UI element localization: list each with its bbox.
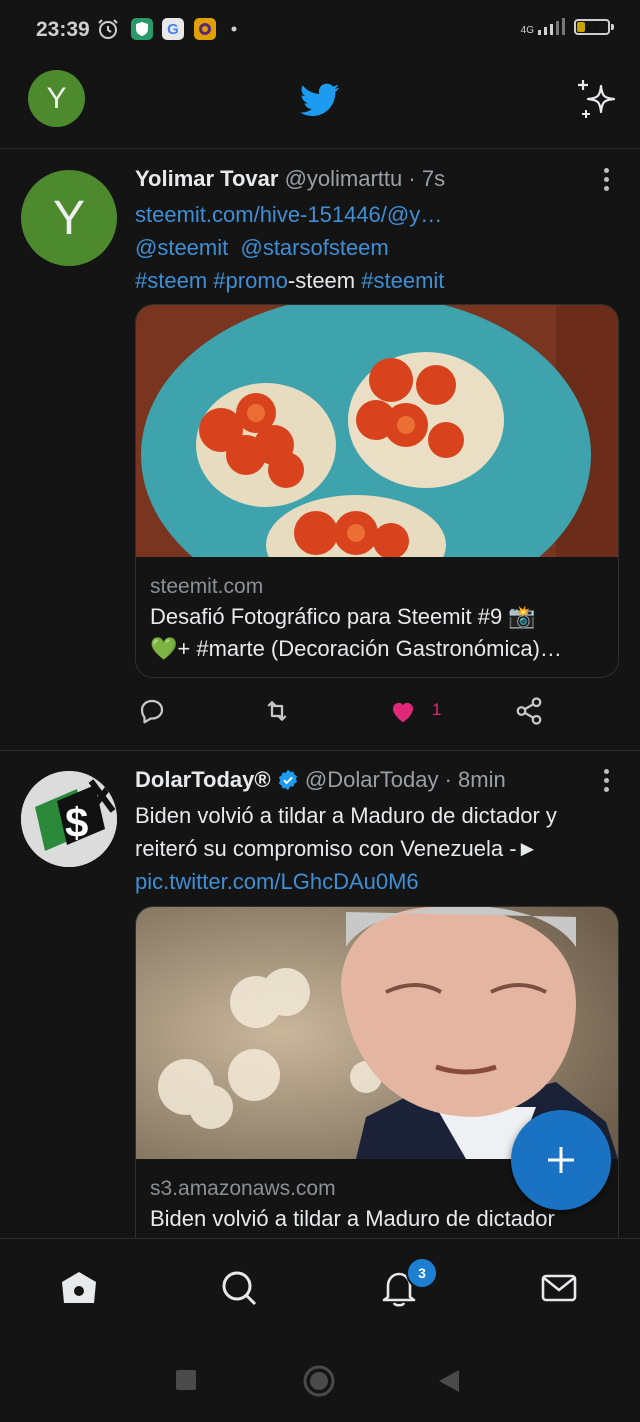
top-header: Y — [0, 60, 640, 149]
more-options-icon[interactable] — [602, 769, 610, 793]
plus-icon — [548, 1147, 574, 1173]
tweet-meta: Yolimar Tovar @yolimarttu · 7s — [135, 166, 445, 192]
back-triangle-icon[interactable] — [437, 1368, 461, 1394]
dot-icon — [231, 26, 237, 32]
camera-app-icon — [194, 18, 216, 40]
card-domain: steemit.com — [150, 575, 264, 598]
battery-level: 27 — [585, 20, 599, 34]
home-icon[interactable] — [58, 1267, 100, 1309]
card-title-line: Desafió Fotográfico para Steemit #9 📸 — [150, 604, 536, 629]
status-time: 23:39 — [36, 18, 90, 41]
retweet-icon[interactable] — [262, 696, 292, 726]
tweet-link[interactable]: steemit.com/hive-151446/@y… — [135, 202, 442, 227]
hashtag-link[interactable]: #steem — [135, 268, 207, 293]
svg-text:$: $ — [65, 799, 88, 846]
compose-tweet-button[interactable] — [511, 1110, 611, 1210]
twitter-bird-icon[interactable] — [298, 80, 342, 120]
reply-icon[interactable] — [137, 696, 167, 726]
alarm-icon — [98, 19, 118, 39]
hashtag-link[interactable]: #steemit — [361, 268, 444, 293]
card-title: Desafió Fotográfico para Steemit #9 📸 💚+… — [150, 601, 610, 665]
hashtag-link[interactable]: #promo — [213, 268, 288, 293]
status-bar: 23:39 G 4G 27 — [0, 0, 640, 60]
dolartoday-logo: $ — [21, 771, 117, 867]
mention-link[interactable]: @starsofsteem — [240, 235, 388, 260]
tweet[interactable]: Y Yolimar Tovar @yolimarttu · 7s steemit… — [0, 150, 640, 751]
card-title: Biden volvió a tildar a Maduro de dictad… — [150, 1206, 555, 1231]
author-handle: @yolimarttu — [284, 166, 403, 191]
author-handle: @DolarToday — [304, 767, 439, 792]
card-image — [136, 305, 618, 557]
signal-indicator: 4G — [521, 18, 566, 36]
link-card[interactable]: steemit.com Desafió Fotográfico para Ste… — [135, 304, 619, 678]
system-navigation-bar — [0, 1338, 640, 1422]
network-type: 4G — [520, 25, 534, 36]
tweet-text: steemit.com/hive-151446/@y… @steemit @st… — [135, 198, 615, 297]
verified-badge-icon — [278, 769, 297, 791]
card-domain: s3.amazonaws.com — [150, 1177, 336, 1200]
tweet-author-avatar[interactable]: Y — [21, 170, 117, 266]
messages-mail-icon[interactable] — [538, 1267, 580, 1309]
author-name[interactable]: Yolimar Tovar — [135, 166, 278, 191]
google-icon: G — [162, 18, 184, 40]
author-name[interactable]: DolarToday® — [135, 767, 271, 792]
tweet-meta: DolarToday® @DolarToday · 8min — [135, 767, 506, 793]
recents-square-icon[interactable] — [175, 1369, 197, 1391]
tweet-time: · 7s — [408, 166, 446, 191]
tweet-actions: 1 — [0, 696, 640, 732]
svg-text:G: G — [167, 21, 179, 38]
tweet-link[interactable]: pic.twitter.com/LGhcDAu0M6 — [135, 869, 419, 894]
profile-avatar[interactable]: Y — [28, 70, 85, 127]
search-icon[interactable] — [218, 1267, 260, 1309]
like-heart-icon[interactable] — [388, 696, 418, 726]
hashtag-suffix: -steem — [287, 268, 356, 293]
bottom-navigation: 3 — [0, 1238, 640, 1339]
notifications-badge: 3 — [406, 1257, 438, 1289]
tweet-text: Biden volvió a tildar a Maduro de dictad… — [135, 799, 615, 898]
more-options-icon[interactable] — [602, 168, 610, 192]
share-icon[interactable] — [514, 696, 544, 726]
food-photo — [136, 305, 618, 557]
battery-indicator: 27 — [574, 19, 614, 35]
tweet-author-avatar[interactable]: $ — [21, 771, 117, 867]
card-title-line: 💚+ #marte (Decoración Gastronómica)… — [150, 636, 562, 661]
sparkle-icon[interactable] — [574, 76, 620, 122]
signal-icon — [538, 18, 565, 35]
tweet-time: · 8min — [444, 767, 506, 792]
like-count: 1 — [432, 700, 442, 719]
home-circle-icon[interactable] — [302, 1364, 336, 1398]
mention-link[interactable]: @steemit — [135, 235, 228, 260]
tweet-body-text: Biden volvió a tildar a Maduro de dictad… — [135, 803, 557, 861]
vpn-shield-icon — [131, 18, 153, 40]
